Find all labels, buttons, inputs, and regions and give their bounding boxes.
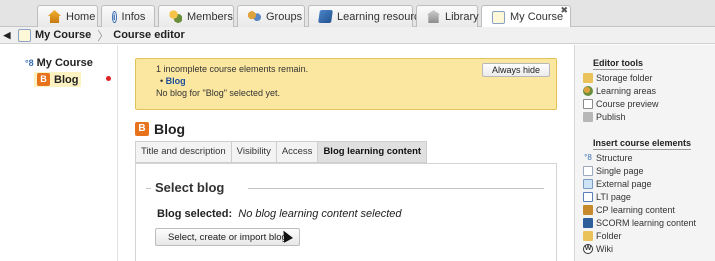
always-hide-button[interactable]: Always hide	[481, 63, 550, 77]
tree-node-label: Blog	[54, 73, 79, 86]
select-blog-panel: Select blog Blog selected: No blog learn…	[135, 163, 557, 261]
insert-wiki[interactable]: W Wiki	[583, 243, 613, 255]
insert-cp-content[interactable]: CP learning content	[583, 204, 675, 216]
home-icon	[48, 10, 61, 23]
storage-folder-icon	[583, 73, 593, 83]
blog-icon: B	[37, 73, 50, 86]
wiki-icon: W	[583, 244, 593, 254]
tool-storage-folder[interactable]: Storage folder	[583, 72, 653, 84]
cp-content-icon	[583, 205, 593, 215]
tab-label: Infos	[121, 10, 146, 23]
tree-node-blog[interactable]: B Blog	[34, 72, 82, 87]
members-icon	[169, 10, 182, 23]
editor-tabs: Title and description Visibility Access …	[135, 141, 428, 163]
tool-label: Course preview	[596, 99, 659, 109]
insert-label: External page	[596, 179, 652, 189]
insert-label: Structure	[596, 153, 633, 163]
tab-label: My Course	[510, 11, 564, 23]
node-title: B Blog	[135, 121, 185, 137]
breadcrumb-label: Course editor	[113, 29, 185, 41]
tree-root-my-course[interactable]: °8 My Course	[25, 57, 93, 69]
tool-course-preview[interactable]: Course preview	[583, 98, 659, 110]
insert-label: LTI page	[596, 192, 631, 202]
tab-label: Groups	[266, 10, 303, 23]
tool-label: Learning areas	[596, 86, 657, 96]
tab-learning-resources[interactable]: Learning resources	[308, 5, 431, 27]
scorm-content-icon	[583, 218, 593, 228]
tab-title-description[interactable]: Title and description	[135, 141, 231, 163]
breadcrumb-separator: 〉	[97, 28, 110, 43]
tab-library[interactable]: Library	[416, 5, 479, 27]
course-icon	[492, 10, 505, 24]
insert-label: Single page	[596, 166, 644, 176]
insert-scorm-content[interactable]: SCORM learning content	[583, 217, 696, 229]
blog-selected-field: Blog selected: No blog learning content …	[157, 208, 402, 220]
insert-folder[interactable]: Folder	[583, 230, 622, 242]
breadcrumb-item-course[interactable]: My Course	[14, 28, 97, 42]
insert-label: Wiki	[596, 244, 613, 254]
tab-groups[interactable]: Groups	[237, 5, 305, 27]
insert-external-page[interactable]: External page	[583, 178, 652, 190]
editor-sidebar: Editor tools Storage folder Learning are…	[574, 45, 715, 261]
tool-publish[interactable]: Publish	[583, 111, 626, 123]
course-tree: °8 My Course B Blog	[0, 45, 118, 261]
structure-icon: °8	[584, 153, 592, 162]
warning-box: 1 incomplete course elements remain. • B…	[135, 58, 557, 110]
insert-single-page[interactable]: Single page	[583, 165, 644, 177]
fieldset-rule	[248, 188, 544, 189]
single-page-icon	[583, 166, 593, 176]
insert-label: Folder	[596, 231, 622, 241]
back-arrow-icon[interactable]: ◀	[0, 30, 14, 41]
tab-members[interactable]: Members	[158, 5, 234, 27]
blog-selected-value: No blog learning content selected	[238, 208, 402, 220]
select-blog-legend: Select blog	[151, 180, 229, 195]
tool-learning-areas[interactable]: Learning areas	[583, 85, 656, 97]
insert-label: SCORM learning content	[596, 218, 697, 228]
tab-label: Library	[445, 10, 479, 23]
info-icon: i	[112, 10, 117, 23]
tool-label: Publish	[596, 112, 626, 122]
tab-label: Members	[187, 10, 233, 23]
folder-icon	[583, 231, 593, 241]
external-page-icon	[583, 179, 593, 189]
lti-page-icon	[583, 192, 593, 202]
blog-icon: B	[135, 122, 149, 136]
top-tab-bar: Home i Infos Members Groups Learning res…	[0, 0, 715, 28]
insert-structure[interactable]: °8 Structure	[583, 152, 633, 164]
insert-label: CP learning content	[596, 205, 675, 215]
tab-blog-learning-content[interactable]: Blog learning content	[317, 141, 428, 163]
groups-icon	[248, 10, 261, 23]
close-tab-icon[interactable]: ✖	[560, 5, 568, 16]
breadcrumb-item-editor[interactable]: Course editor	[109, 29, 191, 41]
learning-resources-icon	[318, 10, 333, 23]
tab-label: Home	[66, 10, 96, 23]
tab-visibility[interactable]: Visibility	[230, 141, 276, 163]
breadcrumb: ◀ My Course 〉 Course editor	[0, 27, 715, 44]
select-create-import-blog-button[interactable]: Select, create or import blog	[155, 228, 300, 246]
tab-access[interactable]: Access	[275, 141, 318, 163]
library-icon	[427, 10, 440, 23]
warning-link-blog[interactable]: Blog	[166, 76, 186, 86]
editor-tools-heading: Editor tools	[593, 58, 643, 70]
course-preview-icon	[583, 99, 593, 109]
publish-icon	[583, 112, 593, 122]
tool-label: Storage folder	[596, 73, 653, 83]
insert-lti-page[interactable]: LTI page	[583, 191, 631, 203]
tree-root-label: My Course	[36, 57, 93, 69]
tab-home[interactable]: Home	[37, 5, 98, 27]
insert-elements-heading: Insert course elements	[593, 138, 692, 150]
learning-areas-icon	[583, 86, 593, 96]
node-title-label: Blog	[154, 121, 186, 137]
warning-detail: No blog for "Blog" selected yet.	[156, 88, 280, 98]
main-content: 1 incomplete course elements remain. • B…	[118, 45, 574, 261]
incomplete-status-dot	[106, 76, 111, 81]
breadcrumb-label: My Course	[35, 29, 92, 41]
tab-infos[interactable]: i Infos	[101, 5, 155, 27]
tab-my-course[interactable]: My Course ✖	[481, 5, 571, 28]
course-icon	[18, 28, 31, 42]
structure-icon: °8	[25, 58, 34, 68]
blog-selected-label: Blog selected:	[157, 208, 233, 220]
